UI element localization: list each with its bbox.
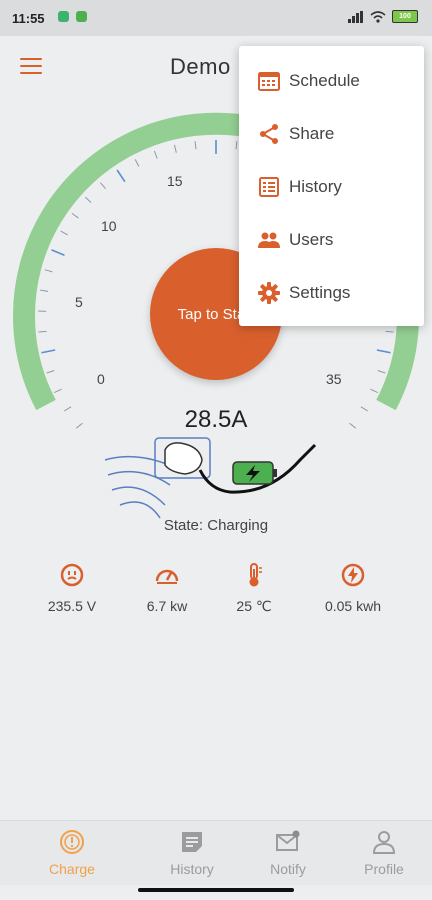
gauge-tick <box>41 349 56 354</box>
gauge-tick <box>173 144 177 153</box>
users-icon <box>258 232 280 248</box>
wifi-icon <box>370 10 386 23</box>
thermometer-icon <box>249 563 262 587</box>
menu-item-settings[interactable]: Settings <box>239 266 424 319</box>
charging-state: State: Charging <box>163 517 269 534</box>
menu-item-history[interactable]: History <box>239 160 424 213</box>
share-icon <box>260 123 278 144</box>
gauge-tick <box>235 141 238 150</box>
energy-icon <box>341 563 365 587</box>
notify-icon <box>276 830 300 851</box>
gauge-tick <box>71 212 79 219</box>
socket-icon <box>60 563 84 587</box>
bottom-nav: Charge History Notify Profile <box>0 820 432 885</box>
gauge-tick-label: 35 <box>326 371 342 387</box>
menu-item-schedule[interactable]: Schedule <box>239 54 424 107</box>
status-icons: 100 <box>348 10 418 23</box>
energy-metric: 0.05 kwh <box>303 560 403 614</box>
menu-item-users[interactable]: Users <box>239 213 424 266</box>
battery-icon: 100 <box>392 10 418 23</box>
home-indicator <box>138 888 294 892</box>
menu-item-label: Users <box>289 229 334 249</box>
nav-charge[interactable]: Charge <box>32 829 112 877</box>
history-icon <box>182 832 202 852</box>
gauge-tick-label: 0 <box>97 371 105 387</box>
status-time: 11:55 <box>12 11 45 26</box>
gauge-tick <box>46 370 55 374</box>
voltage-metric: 235.5 V <box>22 560 122 614</box>
charger-illustration <box>104 437 317 519</box>
app-notification-icon <box>76 11 87 22</box>
menu-item-label: Share <box>289 123 335 143</box>
gauge-tick <box>38 330 47 333</box>
gauge-tick-label: 5 <box>75 294 83 310</box>
gauge-tick <box>100 182 106 190</box>
nav-profile[interactable]: Profile <box>344 829 424 877</box>
speedometer-icon <box>155 569 179 584</box>
gauge-tick <box>153 150 158 159</box>
nav-label: Notify <box>270 861 306 877</box>
overflow-menu: Schedule Share History Users Settings <box>239 46 424 326</box>
gear-icon <box>258 281 280 304</box>
gauge-tick <box>376 349 391 354</box>
gauge-tick-label: 15 <box>167 173 183 189</box>
calendar-icon <box>258 71 280 91</box>
profile-icon <box>372 831 396 854</box>
temperature-metric: 25 ℃ <box>204 560 304 615</box>
power-metric: 6.7 kw <box>117 560 217 614</box>
signal-icon <box>348 10 363 23</box>
gauge-tick <box>54 388 62 393</box>
gauge-tick <box>370 388 378 393</box>
gauge-tick <box>377 370 386 374</box>
energy-value: 0.05 kwh <box>324 598 382 614</box>
menu-item-label: Schedule <box>289 70 360 90</box>
gauge-tick <box>51 249 65 256</box>
battery-charging-icon <box>232 461 277 485</box>
gauge-tick <box>40 289 49 292</box>
menu-item-label: History <box>289 176 342 196</box>
hamburger-icon[interactable] <box>20 58 42 76</box>
power-value: 6.7 kw <box>146 598 188 614</box>
history-list-icon <box>259 176 279 197</box>
voltage-value: 235.5 V <box>47 598 97 614</box>
nav-notify[interactable]: Notify <box>248 829 328 877</box>
notification-icon <box>58 11 69 22</box>
nav-label: Charge <box>49 861 95 877</box>
page-title: Demo <box>170 54 231 79</box>
metrics-row: 235.5 V 6.7 kw 25 ℃ 0.05 kwh <box>0 560 432 620</box>
gauge-tick <box>194 141 197 150</box>
nav-label: Profile <box>364 861 404 877</box>
nav-label: History <box>170 861 214 877</box>
gauge-tick <box>116 169 126 183</box>
gauge-tick <box>385 330 394 333</box>
status-bar: 11:55 100 <box>0 0 432 36</box>
menu-item-label: Settings <box>289 282 351 302</box>
gauge-tick <box>84 196 92 203</box>
temperature-value: 25 ℃ <box>236 598 272 614</box>
gauge-tick <box>134 159 140 167</box>
gauge-tick <box>60 230 68 236</box>
nav-history[interactable]: History <box>152 829 232 877</box>
gauge-tick <box>44 269 53 273</box>
menu-item-share[interactable]: Share <box>239 107 424 160</box>
charge-icon <box>60 830 84 854</box>
gauge-tick-label: 10 <box>101 218 117 234</box>
